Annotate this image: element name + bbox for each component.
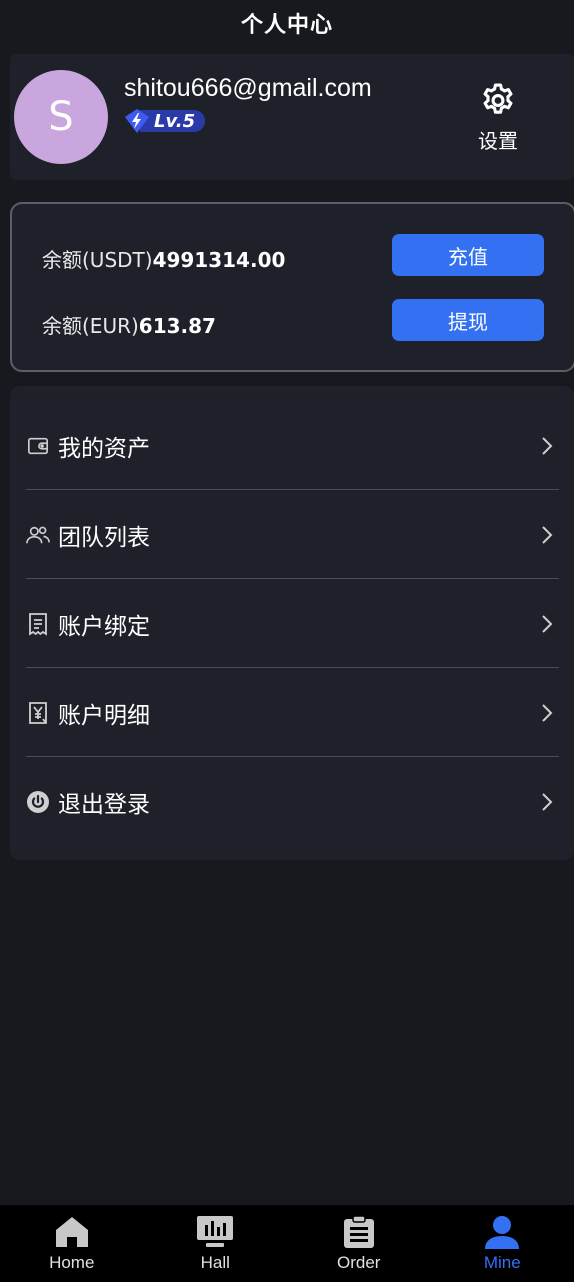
chevron-right-icon	[542, 614, 553, 633]
menu-item-team[interactable]: 团队列表	[26, 490, 559, 579]
bottom-nav: Home Hall Order Mine	[0, 1205, 574, 1282]
eur-balance-label: 余额(EUR)	[42, 314, 139, 338]
nav-label: Hall	[200, 1253, 230, 1272]
chevron-right-icon	[542, 703, 553, 722]
chevron-right-icon	[542, 436, 553, 455]
usdt-balance-label: 余额(USDT)	[42, 248, 153, 272]
menu-item-label: 退出登录	[58, 791, 150, 818]
chevron-right-icon	[542, 792, 553, 811]
top-bar: 个人中心	[0, 0, 574, 46]
diamond-bolt-icon	[125, 109, 149, 133]
team-icon	[26, 523, 50, 547]
eur-balance-row: 余额(EUR) 613.87	[42, 310, 216, 339]
mine-page: 个人中心 S shitou666@gmail.com Lv.5 设置 余额(US…	[0, 0, 574, 1282]
balance-card: 余额(USDT) 4991314.00 充值 余额(EUR) 613.87 提现	[10, 202, 574, 372]
menu-item-account-details[interactable]: 账户明细	[26, 668, 559, 757]
home-icon	[55, 1217, 88, 1247]
receipt-icon	[26, 612, 50, 636]
usdt-balance-row: 余额(USDT) 4991314.00	[42, 244, 285, 273]
menu-item-label: 我的资产	[58, 435, 150, 462]
menu-item-label: 账户绑定	[58, 613, 150, 640]
page-title: 个人中心	[240, 13, 333, 38]
menu-item-assets[interactable]: 我的资产	[26, 401, 559, 490]
menu-item-label: 账户明细	[58, 702, 150, 729]
menu-item-label: 团队列表	[58, 524, 150, 551]
settings-label: 设置	[478, 129, 518, 153]
gear-icon	[483, 83, 513, 114]
wallet-icon	[26, 434, 50, 458]
level-badge: Lv.5	[124, 108, 216, 134]
clipboard-icon	[343, 1215, 374, 1248]
nav-item-order[interactable]: Order	[287, 1205, 431, 1282]
nav-label: Order	[337, 1253, 381, 1272]
chart-monitor-icon	[197, 1216, 234, 1247]
profile-card: S shitou666@gmail.com Lv.5 设置	[10, 54, 574, 180]
recharge-button[interactable]: 充值	[392, 234, 544, 276]
chevron-right-icon	[542, 525, 553, 544]
avatar[interactable]: S	[14, 70, 108, 164]
menu-item-account-binding[interactable]: 账户绑定	[26, 579, 559, 668]
yen-document-icon	[26, 701, 50, 725]
eur-balance-value: 613.87	[138, 314, 216, 338]
menu-item-logout[interactable]: 退出登录	[26, 757, 559, 846]
menu-list: 我的资产 团队列表 账户绑定 账户明细 退出登录	[10, 386, 574, 860]
nav-item-hall[interactable]: Hall	[144, 1205, 288, 1282]
avatar-letter: S	[48, 94, 74, 140]
power-icon	[26, 790, 50, 814]
nav-label: Home	[49, 1253, 95, 1272]
settings-button[interactable]: 设置	[472, 82, 524, 154]
nav-item-mine[interactable]: Mine	[431, 1205, 574, 1282]
user-email: shitou666@gmail.com	[124, 74, 372, 102]
nav-item-home[interactable]: Home	[0, 1205, 144, 1282]
nav-label: Mine	[483, 1253, 521, 1272]
user-icon	[485, 1216, 520, 1249]
usdt-balance-value: 4991314.00	[152, 248, 286, 272]
withdraw-button[interactable]: 提现	[392, 299, 544, 341]
